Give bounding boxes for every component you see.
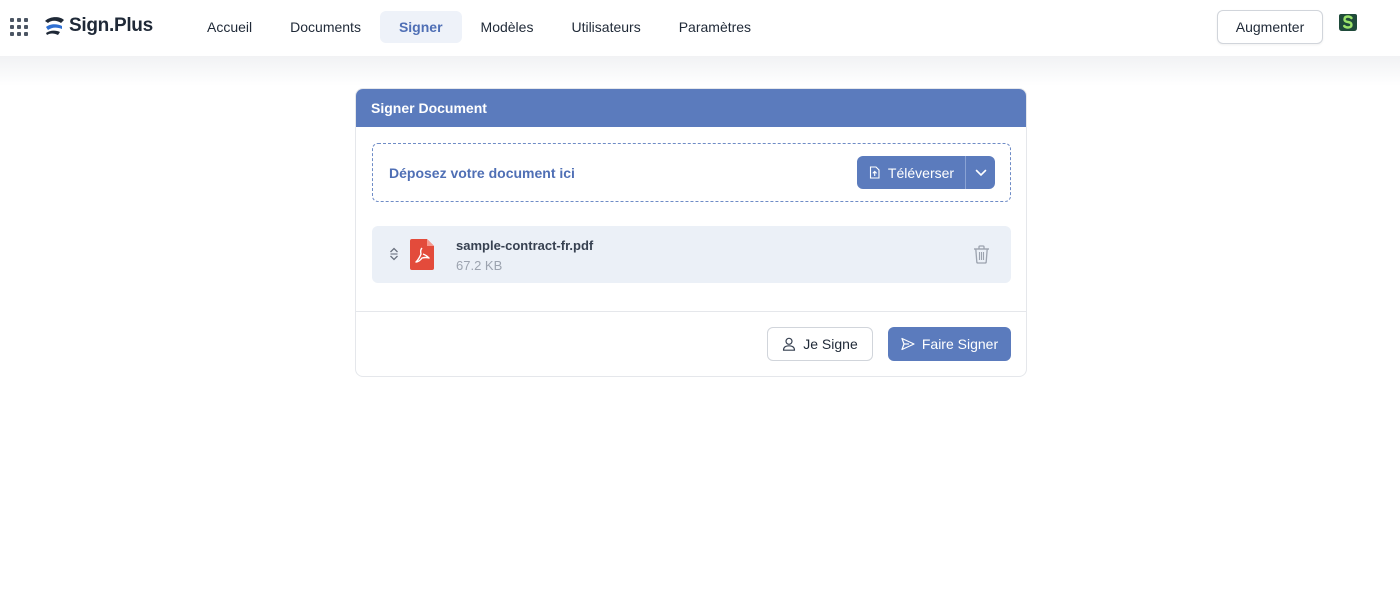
faire-signer-label: Faire Signer — [921, 336, 999, 352]
upload-button-group: Téléverser — [857, 156, 995, 189]
nav-item-accueil[interactable]: Accueil — [188, 11, 271, 43]
upgrade-button[interactable]: Augmenter — [1217, 10, 1323, 44]
file-size: 67.2 KB — [456, 258, 503, 273]
file-upload-icon — [869, 166, 880, 179]
nav-item-signer[interactable]: Signer — [379, 11, 462, 43]
file-list-item: sample-contract-fr.pdf 67.2 KB — [372, 226, 1011, 283]
je-signe-label: Je Signe — [803, 336, 858, 352]
upload-label: Téléverser — [887, 164, 955, 181]
sign-document-card: Signer Document Déposez votre document i… — [355, 88, 1027, 377]
apps-grid-icon[interactable] — [10, 18, 28, 36]
je-signe-button[interactable]: Je Signe — [767, 327, 873, 361]
card-title: Signer Document — [356, 89, 1026, 127]
nav-item-parametres[interactable]: Paramètres — [660, 11, 770, 43]
file-name: sample-contract-fr.pdf — [456, 238, 594, 253]
logo[interactable]: Sign.Plus — [42, 14, 153, 38]
pdf-file-icon — [410, 239, 434, 270]
avatar-icon[interactable] — [1337, 11, 1359, 33]
chevron-down-icon — [975, 169, 986, 176]
logo-text: Sign.Plus — [69, 15, 153, 36]
user-icon — [783, 337, 796, 351]
nav-item-documents[interactable]: Documents — [271, 11, 380, 43]
upload-options-dropdown[interactable] — [966, 156, 995, 189]
trash-icon[interactable] — [973, 245, 990, 264]
faire-signer-button[interactable]: Faire Signer — [888, 327, 1011, 361]
card-divider — [356, 311, 1026, 312]
nav-item-utilisateurs[interactable]: Utilisateurs — [552, 11, 659, 43]
drag-handle-icon[interactable] — [389, 246, 399, 262]
main-nav: Accueil Documents Signer Modèles Utilisa… — [188, 11, 770, 43]
logo-icon — [45, 17, 64, 35]
send-icon — [901, 337, 915, 351]
dropzone-text: Déposez votre document ici — [389, 164, 575, 181]
header-shadow — [0, 56, 1400, 86]
upload-button[interactable]: Téléverser — [857, 156, 965, 189]
top-navigation-bar: Sign.Plus Accueil Documents Signer Modèl… — [0, 0, 1400, 56]
document-dropzone[interactable]: Déposez votre document ici Téléverser — [372, 143, 1011, 202]
nav-item-modeles[interactable]: Modèles — [462, 11, 553, 43]
